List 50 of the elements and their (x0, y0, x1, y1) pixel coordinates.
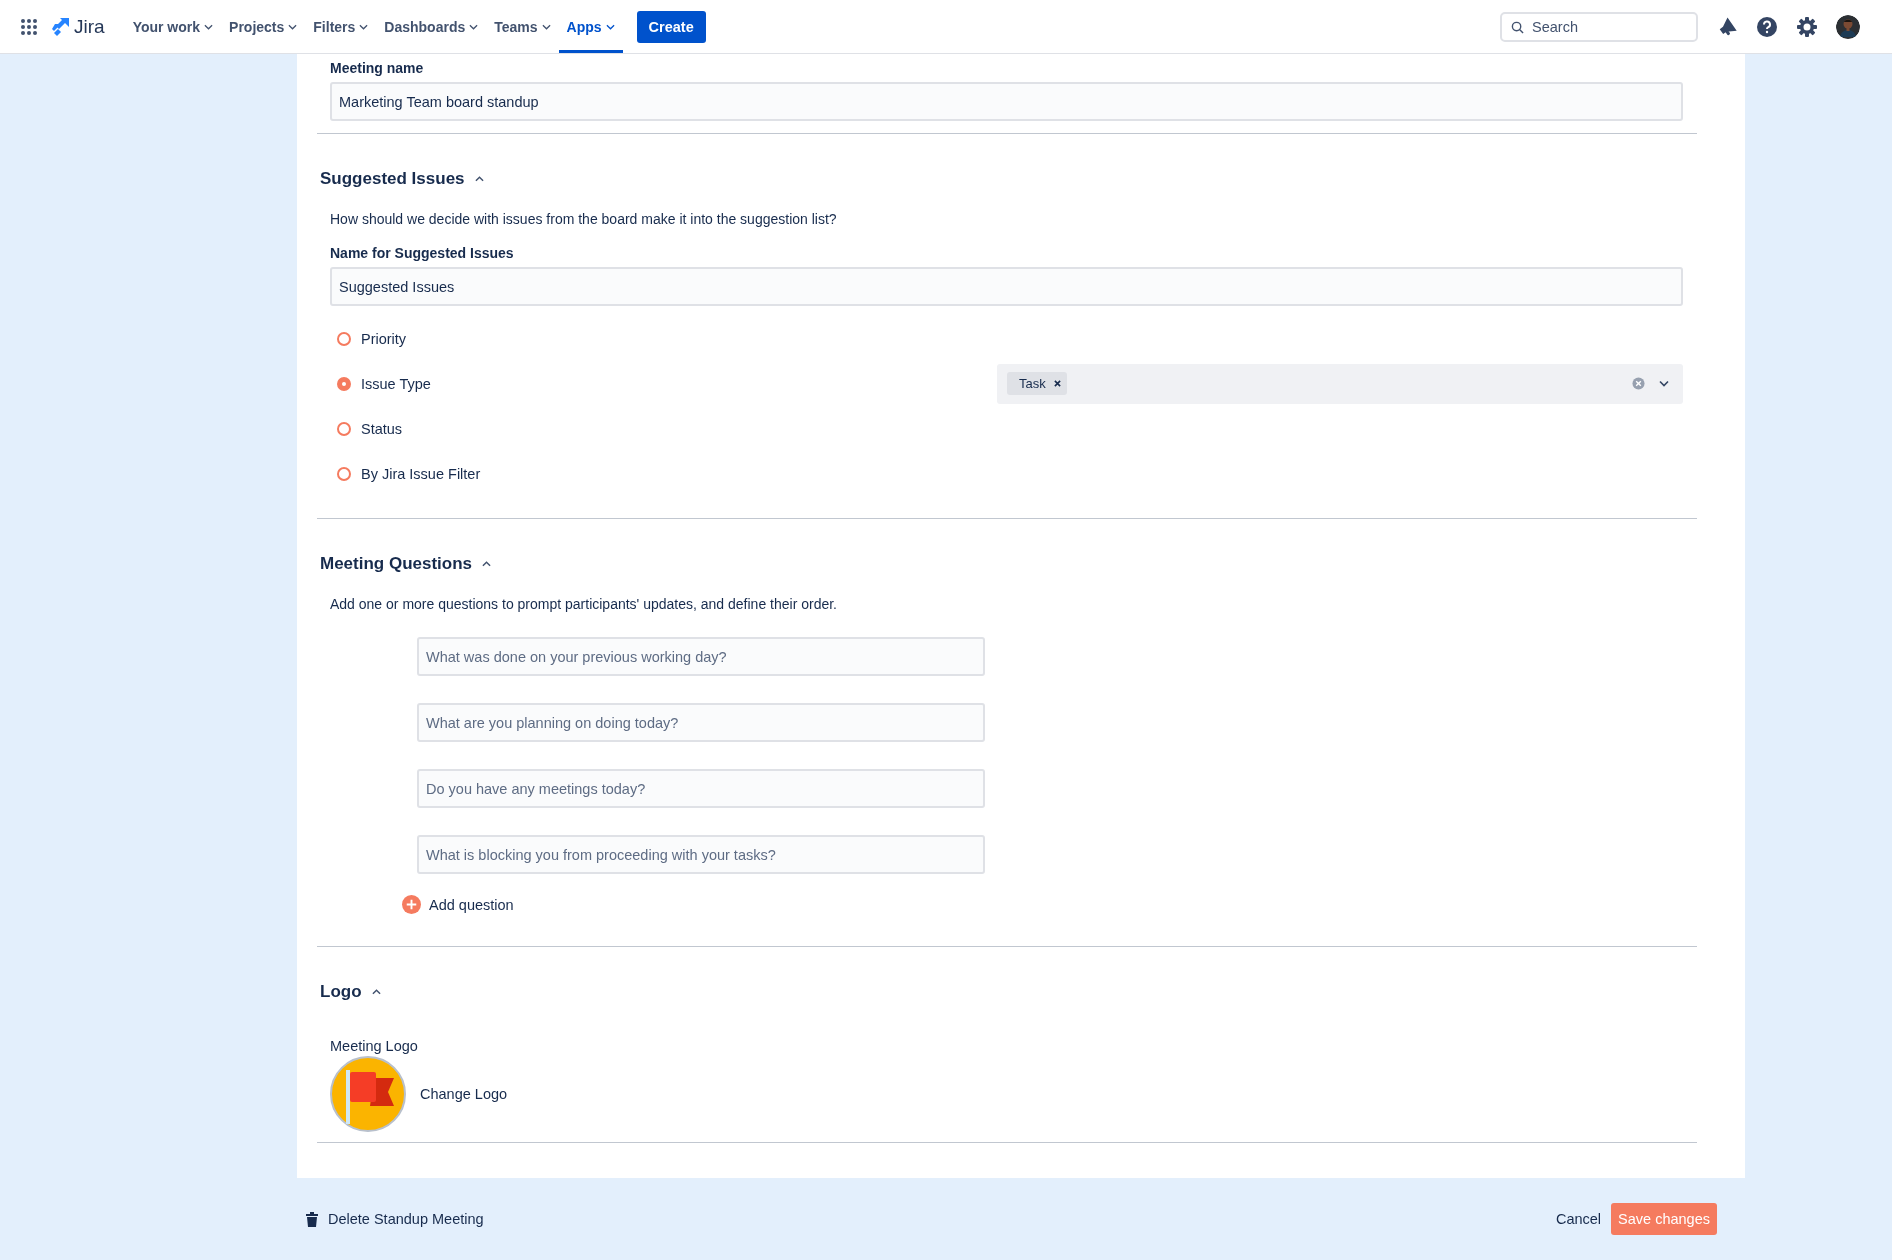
tag: Task (1007, 372, 1067, 395)
suggested-issues-name-field[interactable]: Suggested Issues (330, 267, 1683, 306)
add-question-button[interactable]: Add question (402, 895, 514, 914)
field-label: Meeting name (330, 60, 425, 76)
question-field[interactable]: What was done on your previous working day? (417, 637, 985, 676)
search-field[interactable]: Search (1500, 11, 1698, 42)
chevron-down-icon[interactable] (1659, 380, 1669, 387)
app-grid-icon[interactable] (20, 17, 38, 36)
change-logo-link[interactable]: Change Logo (420, 1086, 508, 1102)
create-button[interactable]: Create (636, 10, 706, 43)
radio-option[interactable]: By Jira Issue Filter (330, 465, 997, 482)
clear-icon[interactable] (1632, 377, 1645, 390)
nav-menu-item[interactable]: Projects (221, 0, 306, 53)
chevron-down-icon (541, 23, 551, 30)
chevron-down-icon (605, 23, 615, 30)
nav-menu-item[interactable]: Your work (124, 0, 222, 53)
section-description: How should we decide with issues from the board make it into the suggestion list? (330, 211, 838, 227)
section-header[interactable]: Suggested Issues (320, 169, 484, 189)
meeting-name-field[interactable]: Marketing Team board standup (330, 82, 1683, 121)
question-field[interactable]: Do you have any meetings today? (417, 769, 985, 808)
section-header[interactable]: Logo (320, 982, 381, 1002)
help-icon[interactable] (1756, 15, 1778, 38)
chevron-down-icon (359, 23, 369, 30)
chevron-down-icon (204, 23, 214, 30)
flag-logo-icon (330, 1056, 406, 1132)
radio-option[interactable]: Priority (330, 330, 997, 347)
section-description: Add one or more questions to prompt participants' updates, and define their order. (330, 596, 838, 612)
chevron-down-icon (288, 23, 298, 30)
delete-meeting-button[interactable]: Delete Standup Meeting (305, 1211, 484, 1227)
nav-menu-item[interactable]: Filters (305, 0, 377, 53)
field-label: Meeting Logo (330, 1038, 419, 1054)
settings-icon[interactable] (1796, 15, 1818, 38)
logo-icon (50, 16, 70, 37)
add-icon (402, 895, 421, 914)
section-header[interactable]: Meeting Questions (320, 554, 492, 574)
nav-menu-item[interactable]: Teams (486, 0, 559, 53)
radio-option[interactable]: Status (330, 420, 997, 437)
nav-menu-item[interactable]: Dashboards (376, 0, 487, 53)
question-field[interactable]: What is blocking you from proceeding with your tasks? (417, 835, 985, 874)
remove-icon[interactable] (1053, 380, 1061, 387)
cancel-button[interactable]: Cancel (1555, 1211, 1602, 1227)
product-name: Jira (74, 15, 105, 38)
trash-icon (305, 1211, 319, 1227)
question-field[interactable]: What are you planning on doing today? (417, 703, 985, 742)
chevron-down-icon (469, 23, 479, 30)
megaphone-icon[interactable] (1718, 16, 1738, 37)
search-icon (1511, 20, 1524, 34)
issue-type-select[interactable]: Task (997, 363, 1683, 404)
field-label: Name for Suggested Issues (330, 245, 515, 261)
radio-option[interactable]: Issue Type (330, 375, 997, 392)
